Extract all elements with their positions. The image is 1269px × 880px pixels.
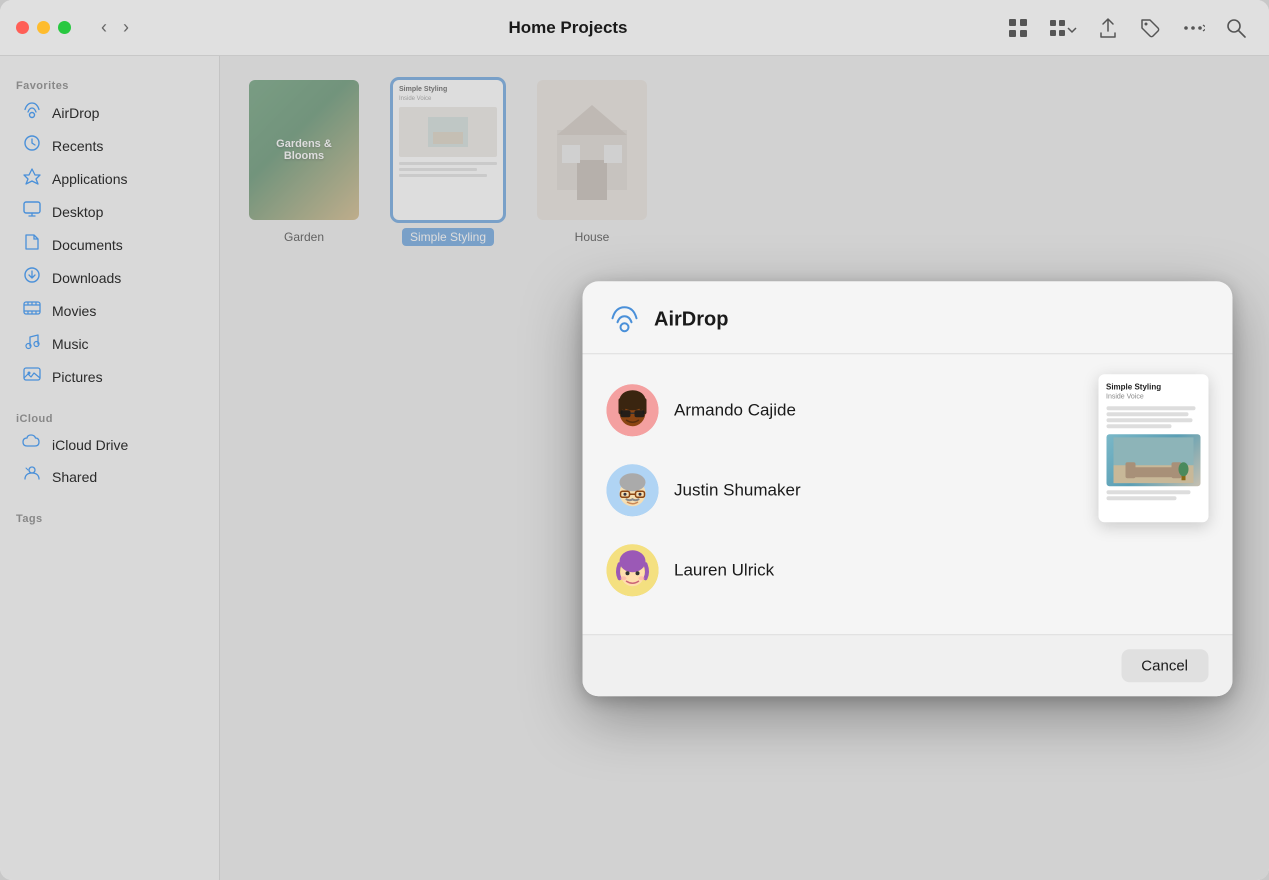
toolbar-actions [1001, 13, 1253, 43]
contact-item-lauren[interactable]: Lauren Ulrick [606, 530, 1208, 610]
avatar-justin [606, 464, 658, 516]
more-actions-button[interactable] [1175, 13, 1211, 43]
sidebar-label-downloads: Downloads [52, 270, 121, 286]
avatar-armando [606, 384, 658, 436]
applications-icon [22, 167, 42, 190]
share-button[interactable] [1091, 13, 1125, 43]
sidebar-item-desktop[interactable]: Desktop [6, 195, 213, 228]
sidebar-label-airdrop: AirDrop [52, 105, 99, 121]
doc-preview-line [1106, 490, 1191, 494]
sidebar-label-icloud-drive: iCloud Drive [52, 437, 128, 453]
main-area: Favorites AirDrop [0, 56, 1269, 880]
airdrop-dialog-icon [606, 301, 642, 337]
sidebar: Favorites AirDrop [0, 56, 220, 880]
doc-preview-line [1106, 496, 1177, 500]
doc-preview-footer [1106, 490, 1200, 500]
grid-icon [1007, 17, 1029, 39]
sidebar-label-applications: Applications [52, 171, 128, 187]
pictures-icon [22, 365, 42, 388]
sidebar-item-downloads[interactable]: Downloads [6, 261, 213, 294]
sidebar-item-documents[interactable]: Documents [6, 228, 213, 261]
sidebar-section-icloud: iCloud [0, 405, 219, 429]
sidebar-label-shared: Shared [52, 469, 97, 485]
file-area: Gardens &Blooms Garden Simple Styling In… [220, 56, 1269, 880]
close-button[interactable] [16, 21, 29, 34]
sidebar-label-desktop: Desktop [52, 204, 103, 220]
airdrop-icon [22, 101, 42, 124]
minimize-button[interactable] [37, 21, 50, 34]
sidebar-label-pictures: Pictures [52, 369, 103, 385]
downloads-icon [22, 266, 42, 289]
doc-preview-card: Simple Styling Inside Voice [1098, 374, 1208, 522]
shared-icon [22, 465, 42, 488]
finder-window: ‹ › Home Projects [0, 0, 1269, 880]
sidebar-label-music: Music [52, 336, 89, 352]
window-title: Home Projects [147, 18, 989, 38]
contact-name-lauren: Lauren Ulrick [674, 560, 774, 580]
search-button[interactable] [1219, 13, 1253, 43]
title-bar: ‹ › Home Projects [0, 0, 1269, 56]
airdrop-dialog: AirDrop [582, 281, 1232, 696]
group-by-button[interactable] [1043, 13, 1083, 43]
nav-buttons: ‹ › [95, 15, 135, 40]
ellipsis-icon [1181, 17, 1205, 39]
doc-preview-image [1106, 434, 1200, 486]
music-icon [22, 332, 42, 355]
groupby-icon [1049, 17, 1077, 39]
tag-icon [1139, 17, 1161, 39]
doc-preview-card-subtitle: Inside Voice [1106, 393, 1200, 400]
contact-name-armando: Armando Cajide [674, 400, 796, 420]
desktop-icon [22, 200, 42, 223]
maximize-button[interactable] [58, 21, 71, 34]
search-icon [1225, 17, 1247, 39]
movies-icon [22, 299, 42, 322]
sidebar-label-documents: Documents [52, 237, 123, 253]
sidebar-item-applications[interactable]: Applications [6, 162, 213, 195]
icloud-icon [22, 434, 42, 455]
forward-button[interactable]: › [117, 15, 135, 40]
doc-preview-card-title: Simple Styling [1106, 382, 1200, 391]
recents-icon [22, 134, 42, 157]
sidebar-item-shared[interactable]: Shared [6, 460, 213, 493]
window-controls [16, 21, 71, 34]
sidebar-label-recents: Recents [52, 138, 103, 154]
dialog-header: AirDrop [582, 281, 1232, 354]
doc-preview-line [1106, 412, 1189, 416]
view-grid-button[interactable] [1001, 13, 1035, 43]
sidebar-section-favorites: Favorites [0, 72, 219, 96]
sidebar-item-recents[interactable]: Recents [6, 129, 213, 162]
cancel-button[interactable]: Cancel [1121, 649, 1208, 682]
sidebar-item-icloud-drive[interactable]: iCloud Drive [6, 429, 213, 460]
doc-preview-text-lines [1106, 406, 1200, 428]
dialog-footer: Cancel [582, 634, 1232, 696]
sidebar-item-pictures[interactable]: Pictures [6, 360, 213, 393]
sidebar-section-tags: Tags [0, 505, 219, 529]
share-icon [1097, 17, 1119, 39]
avatar-lauren [606, 544, 658, 596]
dialog-body: Armando Cajide [582, 354, 1232, 634]
sidebar-item-airdrop[interactable]: AirDrop [6, 96, 213, 129]
sidebar-label-movies: Movies [52, 303, 96, 319]
doc-preview-line [1106, 406, 1195, 410]
doc-preview-line [1106, 424, 1172, 428]
sidebar-item-movies[interactable]: Movies [6, 294, 213, 327]
sidebar-item-music[interactable]: Music [6, 327, 213, 360]
doc-preview-line [1106, 418, 1192, 422]
back-button[interactable]: ‹ [95, 15, 113, 40]
contact-name-justin: Justin Shumaker [674, 480, 801, 500]
dialog-title: AirDrop [654, 308, 728, 331]
tag-button[interactable] [1133, 13, 1167, 43]
documents-icon [22, 233, 42, 256]
document-preview: Simple Styling Inside Voice [1098, 374, 1208, 522]
